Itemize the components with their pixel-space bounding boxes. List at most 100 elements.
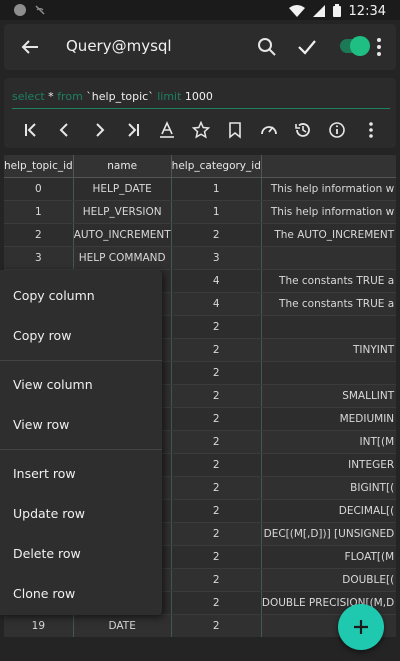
table-cell[interactable]: DECIMAL[( <box>261 499 396 523</box>
format-text-icon[interactable] <box>156 119 178 141</box>
add-row-button[interactable] <box>338 604 384 650</box>
first-page-icon[interactable] <box>20 119 42 141</box>
next-page-icon[interactable] <box>88 119 110 141</box>
table-cell[interactable]: 2 <box>4 223 74 247</box>
table-cell[interactable]: MEDIUMIN <box>261 407 396 431</box>
menu-item-delete-row[interactable]: Delete row <box>0 534 162 574</box>
sql-keyword-from: from <box>57 90 83 103</box>
table-cell[interactable]: 2 <box>171 407 262 431</box>
bookmark-icon[interactable] <box>224 119 246 141</box>
column-header[interactable] <box>261 155 396 178</box>
table-cell[interactable]: 4 <box>171 269 262 293</box>
table-cell[interactable]: 2 <box>171 453 262 477</box>
cellular-icon <box>312 2 325 21</box>
previous-page-icon[interactable] <box>54 119 76 141</box>
table-cell[interactable]: 1 <box>4 200 74 224</box>
menu-item-insert-row[interactable]: Insert row <box>0 454 162 494</box>
last-page-icon[interactable] <box>122 119 144 141</box>
table-cell[interactable]: BIGINT[( <box>261 476 396 500</box>
auto-commit-toggle[interactable] <box>340 36 370 56</box>
table-cell[interactable]: The constants TRUE a <box>261 269 396 293</box>
table-cell[interactable]: This help information w <box>261 177 396 201</box>
table-cell[interactable]: The AUTO_INCREMENT <box>261 223 396 247</box>
table-cell[interactable]: 2 <box>171 522 262 546</box>
table-cell[interactable]: 2 <box>171 614 262 637</box>
table-cell[interactable]: 19 <box>4 614 74 637</box>
toggle-knob <box>350 36 370 56</box>
row-context-menu: Copy column Copy row View column View ro… <box>0 270 162 615</box>
speed-gauge-icon[interactable] <box>258 119 280 141</box>
query-toolbar <box>12 118 390 142</box>
table-cell[interactable]: 2 <box>171 568 262 592</box>
table-cell[interactable]: 3 <box>4 246 74 270</box>
column-header[interactable]: help_topic_id <box>4 155 74 178</box>
more-vert-icon[interactable] <box>374 36 384 58</box>
menu-item-view-row[interactable]: View row <box>0 405 162 445</box>
table-cell[interactable]: AUTO_INCREMENT <box>73 223 172 247</box>
table-cell[interactable]: 3 <box>171 246 262 270</box>
sql-keyword-select: select <box>12 90 45 103</box>
app-bar: Query@mysql <box>4 24 396 70</box>
table-cell[interactable]: The constants TRUE a <box>261 292 396 316</box>
table-cell[interactable]: TINYINT <box>261 338 396 362</box>
sql-editor[interactable]: select * from `help_topic` limit 1000 <box>12 90 213 103</box>
table-cell[interactable]: 0 <box>4 177 74 201</box>
table-cell[interactable] <box>261 315 396 339</box>
table-row[interactable]: 1 HELP_VERSION 1 This help information w <box>4 200 396 224</box>
table-cell[interactable]: 2 <box>171 223 262 247</box>
table-cell[interactable]: INTEGER <box>261 453 396 477</box>
table-cell[interactable]: This help information w <box>261 200 396 224</box>
menu-item-copy-column[interactable]: Copy column <box>0 276 162 316</box>
table-cell[interactable]: DATE <box>73 614 172 637</box>
table-cell[interactable] <box>261 246 396 270</box>
back-arrow-icon[interactable] <box>18 35 42 59</box>
table-cell[interactable]: HELP_VERSION <box>73 200 172 224</box>
table-row[interactable]: 0 HELP_DATE 1 This help information w <box>4 177 396 201</box>
table-cell[interactable]: 2 <box>171 315 262 339</box>
sql-star: * <box>44 90 58 103</box>
more-vert-icon[interactable] <box>360 119 382 141</box>
search-icon[interactable] <box>256 36 278 58</box>
status-bar: 12:34 <box>0 0 400 20</box>
table-row[interactable]: 2 AUTO_INCREMENT 2 The AUTO_INCREMENT <box>4 223 396 247</box>
table-cell[interactable]: 2 <box>171 338 262 362</box>
column-header[interactable]: help_category_id <box>171 155 262 178</box>
table-cell[interactable]: HELP_DATE <box>73 177 172 201</box>
table-cell[interactable]: 2 <box>171 591 262 615</box>
menu-item-clone-row[interactable]: Clone row <box>0 574 162 614</box>
wifi-icon <box>288 2 305 21</box>
table-cell[interactable]: 2 <box>171 361 262 385</box>
table-row[interactable]: 3 HELP COMMAND 3 <box>4 246 396 270</box>
table-cell[interactable]: 1 <box>171 200 262 224</box>
battery-icon <box>332 2 341 21</box>
table-cell[interactable] <box>261 361 396 385</box>
table-cell[interactable]: FLOAT[(M <box>261 545 396 569</box>
table-cell[interactable]: DEC[(M[,D])] [UNSIGNED <box>261 522 396 546</box>
table-cell[interactable]: INT[(M <box>261 430 396 454</box>
table-header-row: help_topic_id name help_category_id <box>4 155 396 178</box>
sql-keyword-limit: limit <box>157 90 182 103</box>
column-header[interactable]: name <box>73 155 172 178</box>
table-cell[interactable]: 1 <box>171 177 262 201</box>
menu-item-update-row[interactable]: Update row <box>0 494 162 534</box>
no-signal-icon <box>34 4 46 16</box>
page-title: Query@mysql <box>66 37 172 55</box>
query-panel: select * from `help_topic` limit 1000 <box>4 78 396 148</box>
checkmark-icon[interactable] <box>296 36 318 58</box>
table-cell[interactable]: SMALLINT <box>261 384 396 408</box>
table-cell[interactable]: DOUBLE[( <box>261 568 396 592</box>
menu-item-copy-row[interactable]: Copy row <box>0 316 162 356</box>
table-cell[interactable]: 4 <box>171 292 262 316</box>
table-cell[interactable]: 2 <box>171 499 262 523</box>
table-cell[interactable]: 2 <box>171 476 262 500</box>
table-cell[interactable]: 2 <box>171 384 262 408</box>
history-icon[interactable] <box>292 119 314 141</box>
status-time: 12:34 <box>348 4 386 19</box>
notification-dot-icon <box>14 4 26 16</box>
table-cell[interactable]: 2 <box>171 430 262 454</box>
star-icon[interactable] <box>190 119 212 141</box>
table-cell[interactable]: 2 <box>171 545 262 569</box>
info-icon[interactable] <box>326 119 348 141</box>
table-cell[interactable]: HELP COMMAND <box>73 246 172 270</box>
menu-item-view-column[interactable]: View column <box>0 365 162 405</box>
